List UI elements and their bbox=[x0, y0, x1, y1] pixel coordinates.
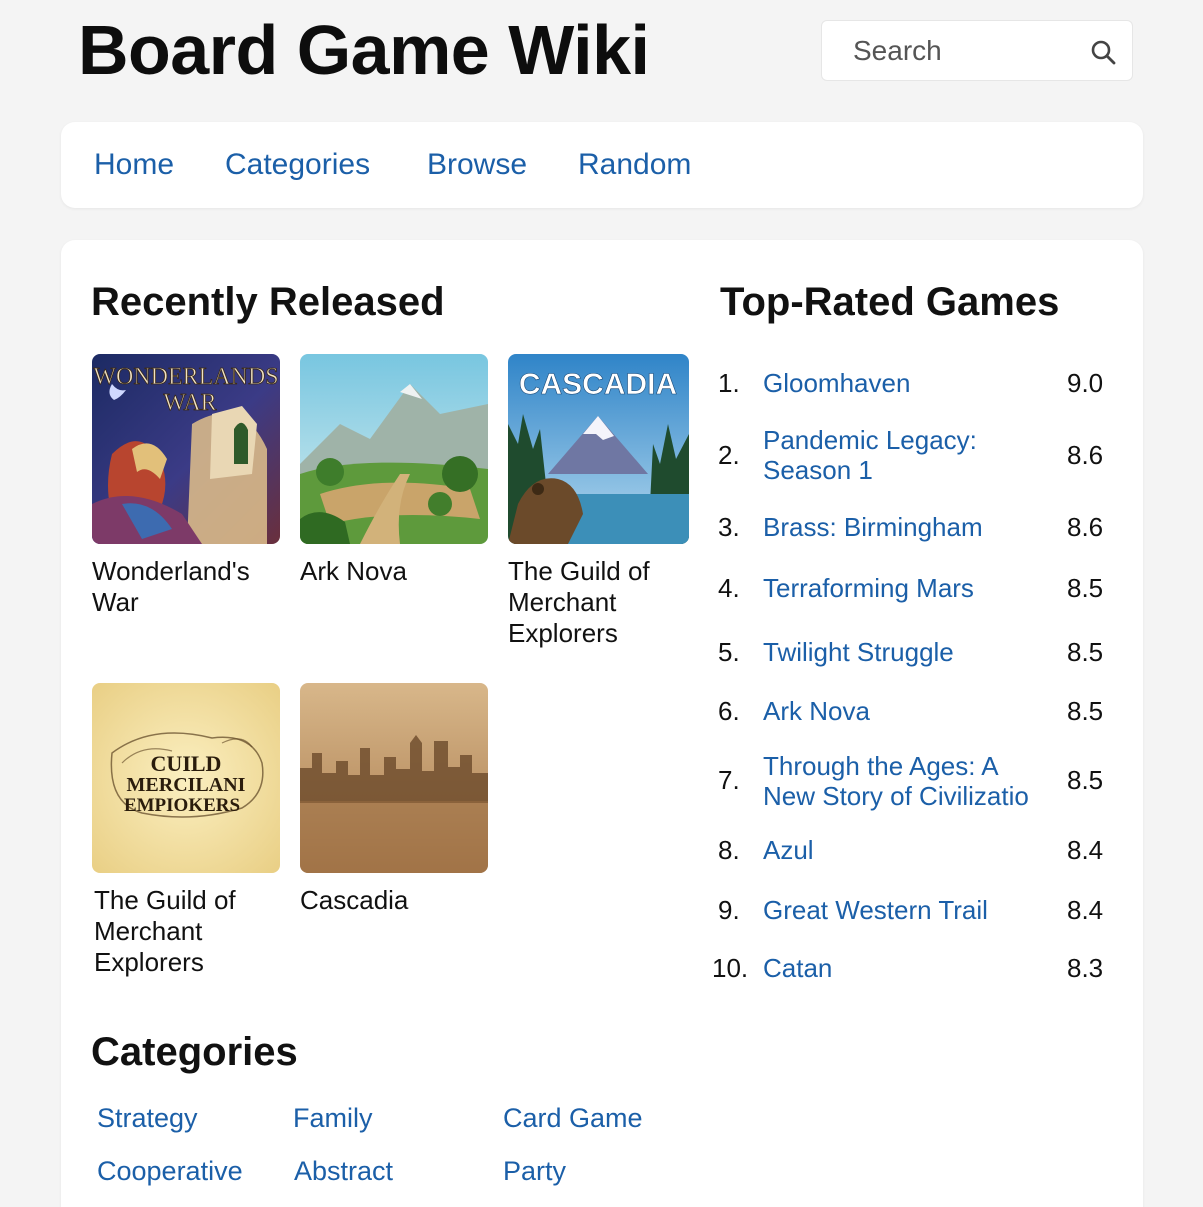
search-box[interactable] bbox=[821, 20, 1133, 81]
cover-title-text: CASCADIA bbox=[519, 368, 677, 401]
rank-number: 2. bbox=[718, 440, 740, 470]
category-link-strategy[interactable]: Strategy bbox=[97, 1102, 198, 1134]
top-rated-link[interactable]: Pandemic Legacy: Season 1 bbox=[763, 425, 1003, 485]
nav-random[interactable]: Random bbox=[578, 146, 691, 184]
rank-number: 10. bbox=[712, 953, 749, 983]
cover-title-line: CUILD bbox=[151, 751, 222, 776]
game-cover-guild-merchant-explorers[interactable]: CASCADIA bbox=[508, 354, 689, 544]
category-link-cooperative[interactable]: Cooperative bbox=[97, 1155, 243, 1187]
top-rated-link[interactable]: Ark Nova bbox=[763, 696, 1048, 726]
top-rated-link[interactable]: Terraforming Mars bbox=[763, 573, 1048, 603]
cover-title-line: EMPIOKERS bbox=[124, 795, 240, 816]
rank-number: 3. bbox=[718, 512, 740, 542]
category-link-abstract[interactable]: Abstract bbox=[294, 1155, 393, 1187]
top-rated-link[interactable]: Azul bbox=[763, 835, 1048, 865]
category-link-party[interactable]: Party bbox=[503, 1155, 566, 1187]
recently-released-heading: Recently Released bbox=[91, 280, 445, 324]
rating-score: 8.5 bbox=[1067, 637, 1104, 667]
top-rated-link[interactable]: Great Western Trail bbox=[763, 895, 1048, 925]
recent-game-name[interactable]: Wonderland's War bbox=[92, 556, 282, 618]
search-icon[interactable] bbox=[1090, 39, 1116, 65]
categories-heading: Categories bbox=[91, 1030, 298, 1074]
search-input[interactable] bbox=[822, 21, 1082, 80]
site-title[interactable]: Board Game Wiki bbox=[78, 8, 650, 92]
cover-title-line: WONDERLANDS bbox=[93, 364, 278, 390]
rank-number: 1. bbox=[718, 368, 740, 398]
game-cover-cascadia[interactable] bbox=[300, 683, 488, 873]
category-link-family[interactable]: Family bbox=[293, 1102, 373, 1134]
rank-number: 8. bbox=[718, 835, 740, 865]
rating-score: 8.3 bbox=[1067, 953, 1104, 983]
top-rated-link[interactable]: Through the Ages: A New Story of Civiliz… bbox=[763, 751, 1053, 811]
rank-number: 6. bbox=[718, 696, 740, 726]
nav-home[interactable]: Home bbox=[94, 146, 174, 184]
rating-score: 8.6 bbox=[1067, 440, 1104, 470]
game-cover-ark-nova[interactable] bbox=[300, 354, 488, 544]
rating-score: 8.6 bbox=[1067, 512, 1104, 542]
cover-title-line: WAR bbox=[163, 390, 216, 416]
recent-game-name[interactable]: The Guild of Merchant Explorers bbox=[508, 556, 698, 649]
top-rated-link[interactable]: Gloomhaven bbox=[763, 368, 1048, 398]
rating-score: 9.0 bbox=[1067, 368, 1104, 398]
rating-score: 8.5 bbox=[1067, 696, 1104, 726]
recent-game-name[interactable]: Cascadia bbox=[300, 885, 490, 916]
rating-score: 8.5 bbox=[1067, 573, 1104, 603]
content-card: Recently Released WONDERLANDS WAR Wonder… bbox=[61, 240, 1143, 1207]
rank-number: 7. bbox=[718, 765, 740, 795]
main-nav: Home Categories Browse Random bbox=[61, 122, 1143, 208]
game-cover-wonderlands-war[interactable]: WONDERLANDS WAR bbox=[92, 354, 280, 544]
recent-game-name[interactable]: The Guild of Merchant Explorers bbox=[94, 885, 284, 978]
cover-title-line: MERCILANI bbox=[127, 774, 246, 796]
rank-number: 9. bbox=[718, 895, 740, 925]
category-link-card-game[interactable]: Card Game bbox=[503, 1102, 643, 1134]
recent-game-name[interactable]: Ark Nova bbox=[300, 556, 490, 587]
nav-browse[interactable]: Browse bbox=[427, 146, 527, 184]
rating-score: 8.4 bbox=[1067, 895, 1104, 925]
top-rated-link[interactable]: Twilight Struggle bbox=[763, 637, 1048, 667]
game-cover-guild-parchment[interactable]: CUILD MERCILANI EMPIOKERS bbox=[92, 683, 280, 873]
rating-score: 8.4 bbox=[1067, 835, 1104, 865]
rank-number: 4. bbox=[718, 573, 740, 603]
rating-score: 8.5 bbox=[1067, 765, 1104, 795]
nav-categories[interactable]: Categories bbox=[225, 146, 370, 184]
top-rated-link[interactable]: Brass: Birmingham bbox=[763, 512, 1048, 542]
rank-number: 5. bbox=[718, 637, 740, 667]
top-rated-link[interactable]: Catan bbox=[763, 953, 1048, 983]
top-rated-heading: Top-Rated Games bbox=[720, 280, 1060, 324]
